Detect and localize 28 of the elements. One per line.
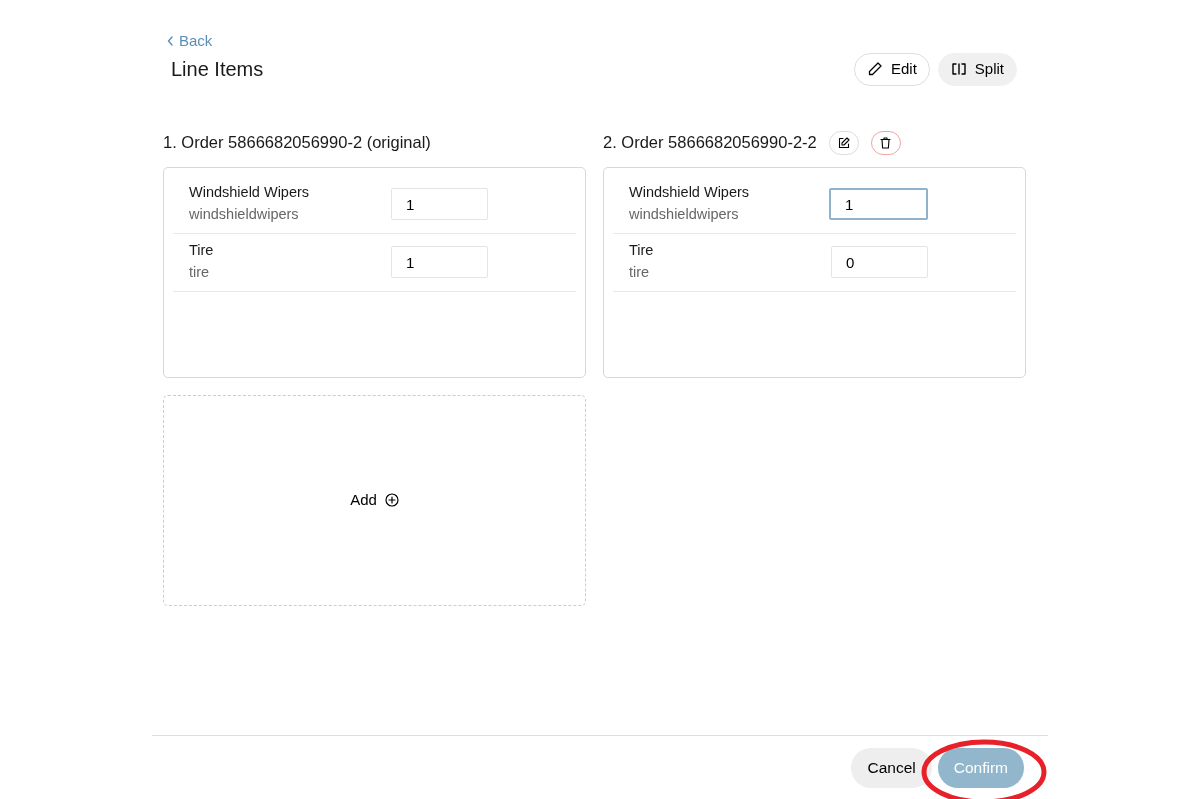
item-name: Tire xyxy=(629,241,654,261)
quantity-field[interactable]: 1 xyxy=(391,246,488,278)
item-name: Tire xyxy=(189,241,214,261)
add-order-card[interactable]: Add xyxy=(163,394,586,606)
split-button[interactable]: Split xyxy=(937,52,1017,86)
edit-button[interactable]: Edit xyxy=(853,52,930,86)
plus-circle-icon xyxy=(384,493,399,507)
trash-icon xyxy=(880,136,892,149)
item-sku: windshieldwipers xyxy=(629,205,740,224)
chevron-left-icon xyxy=(167,36,174,46)
item-sku: windshieldwipers xyxy=(189,205,300,224)
cancel-button[interactable]: Cancel xyxy=(851,747,932,788)
quantity-field[interactable]: 0 xyxy=(831,246,928,278)
delete-order-button[interactable] xyxy=(870,130,901,155)
item-name: Windshield Wipers xyxy=(189,183,310,203)
add-label: Add xyxy=(350,489,377,510)
item-sku: tire xyxy=(629,263,651,282)
edit-icon xyxy=(837,136,850,149)
order-title: 2. Order 5866682056990-2-2 xyxy=(603,132,817,154)
split-columns-icon xyxy=(950,63,967,75)
item-sku: tire xyxy=(189,263,211,282)
item-name: Windshield Wipers xyxy=(629,183,750,203)
page-title: Line Items xyxy=(171,57,264,81)
quantity-field[interactable]: 1 xyxy=(391,188,488,220)
pencil-icon xyxy=(866,61,883,77)
order-title: 1. Order 5866682056990-2 (original) xyxy=(163,132,431,154)
edit-order-button[interactable] xyxy=(828,130,859,155)
quantity-field[interactable]: 1 xyxy=(829,188,928,220)
